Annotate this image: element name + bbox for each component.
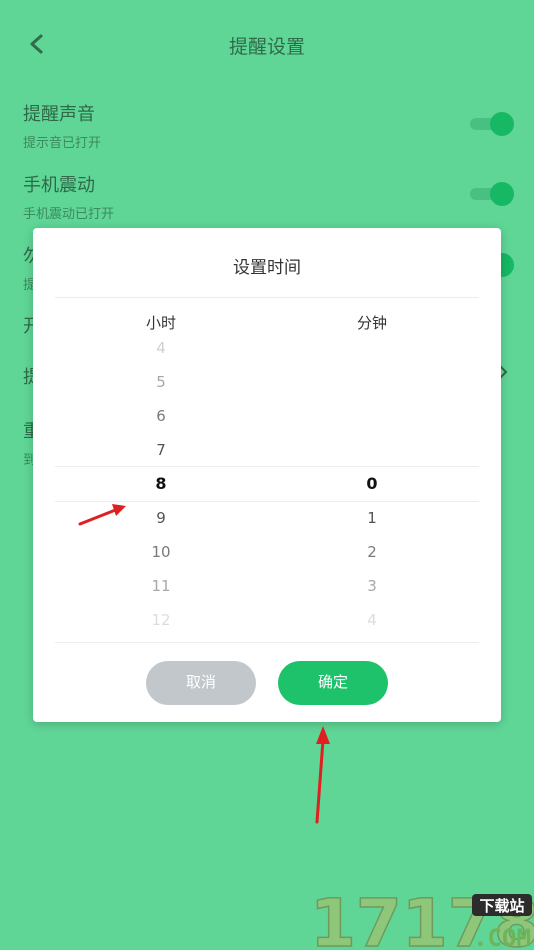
vibrate-toggle[interactable] xyxy=(470,182,514,206)
minute-column-label: 分钟 xyxy=(356,314,387,332)
setting-vibrate[interactable]: 手机震动 手机震动已打开 xyxy=(23,171,534,222)
header: 提醒设置 xyxy=(0,0,534,90)
cancel-button[interactable]: 取消 xyxy=(146,661,256,705)
annotation-arrow-icon xyxy=(78,504,126,526)
setting-vibrate-title: 手机震动 xyxy=(23,175,95,196)
setting-sound-subtitle: 提示音已打开 xyxy=(23,136,102,151)
toggle-knob xyxy=(490,182,514,206)
hour-option[interactable]: 7 xyxy=(131,441,191,459)
annotation-arrow-icon xyxy=(315,726,330,824)
hour-column-label: 小时 xyxy=(145,314,176,332)
time-picker-dialog: 设置时间 小时 分钟 4 5 6 7 8 9 10 11 12 0 1 2 3 … xyxy=(33,228,501,722)
sound-toggle[interactable] xyxy=(470,112,514,136)
minute-option[interactable]: 1 xyxy=(342,509,402,527)
divider xyxy=(55,297,479,298)
dialog-title: 设置时间 xyxy=(233,258,301,278)
hour-option-selected[interactable]: 8 xyxy=(131,474,191,493)
setting-vibrate-subtitle: 手机震动已打开 xyxy=(23,207,115,222)
minute-option[interactable]: 3 xyxy=(342,577,402,595)
hour-option[interactable]: 11 xyxy=(131,577,191,595)
hour-option[interactable]: 10 xyxy=(131,543,191,561)
watermark-logo: 17178 下载站 .COM xyxy=(308,884,534,950)
hour-option[interactable]: 5 xyxy=(131,373,191,391)
minute-option[interactable]: 4 xyxy=(342,611,402,629)
page-title: 提醒设置 xyxy=(228,36,305,58)
setting-sound-title: 提醒声音 xyxy=(23,104,95,125)
confirm-button[interactable]: 确定 xyxy=(278,661,388,705)
picker-selection-top-line xyxy=(55,466,479,467)
minute-option[interactable]: 2 xyxy=(342,543,402,561)
hour-option[interactable]: 6 xyxy=(131,407,191,425)
minute-option-selected[interactable]: 0 xyxy=(342,474,402,493)
hour-option[interactable]: 9 xyxy=(131,509,191,527)
watermark-label: 下载站 xyxy=(479,897,524,915)
watermark-domain: .COM xyxy=(473,924,531,950)
hour-option[interactable]: 4 xyxy=(131,339,191,357)
hour-option[interactable]: 12 xyxy=(131,611,191,629)
toggle-knob xyxy=(490,112,514,136)
divider xyxy=(55,642,479,643)
setting-sound[interactable]: 提醒声音 提示音已打开 xyxy=(23,100,534,151)
